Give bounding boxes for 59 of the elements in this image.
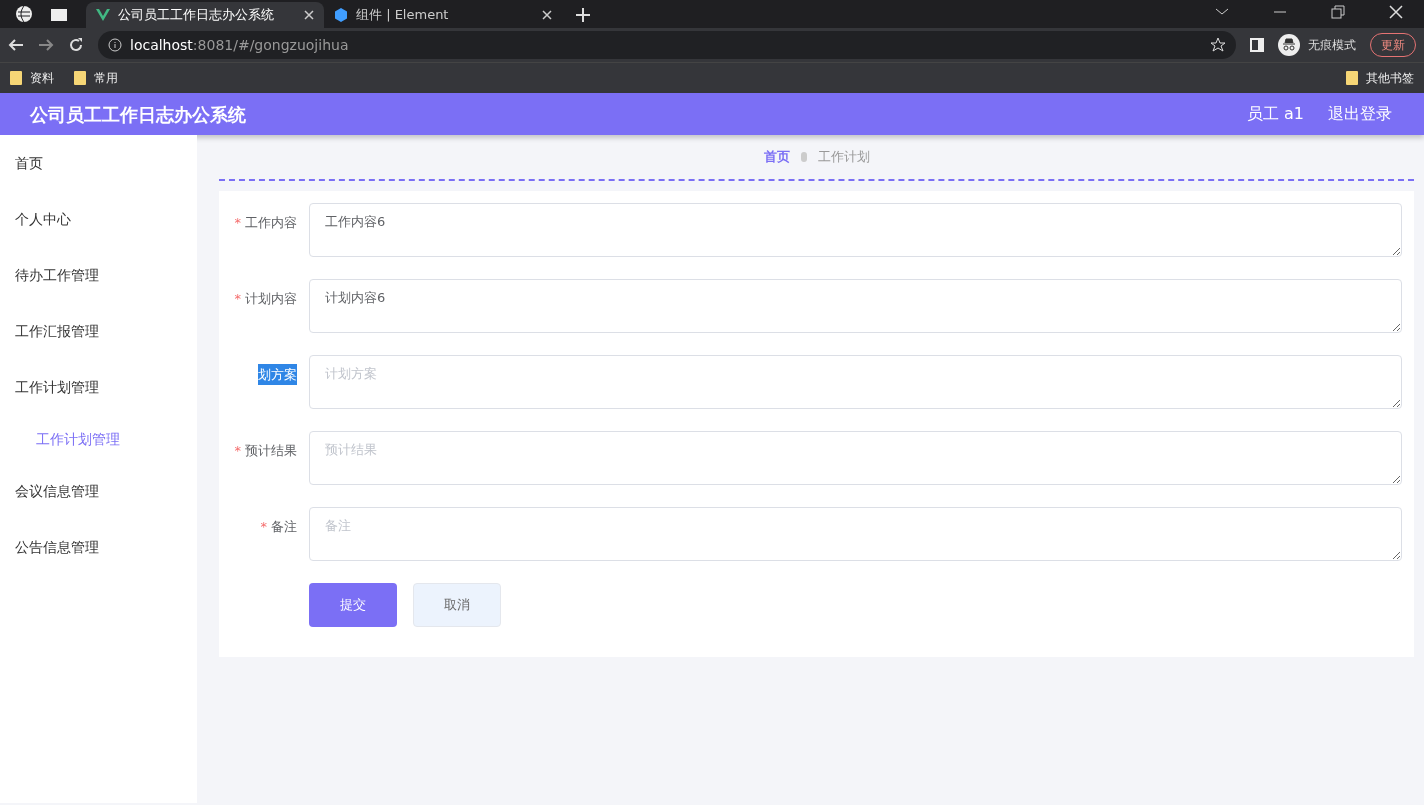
user-name: 员工 a1 [1246, 103, 1304, 125]
star-icon[interactable] [1210, 37, 1226, 53]
tab-title: 公司员工工作日志办公系统 [118, 6, 275, 25]
folder-icon [1346, 71, 1358, 85]
sidebar-item[interactable]: 首页 [0, 135, 197, 191]
breadcrumb-item: 工作计划 [817, 148, 870, 167]
sidebar-item[interactable]: 待办工作管理 [0, 247, 197, 303]
submit-button[interactable]: 提交 [309, 583, 397, 627]
separator-icon [799, 151, 808, 163]
text-area[interactable]: 备注 [309, 507, 1402, 561]
sidebar-item[interactable]: 工作计划管理 [0, 359, 197, 415]
window-icon[interactable] [50, 8, 68, 22]
bookmark[interactable]: 常用 [74, 69, 118, 87]
browser-tab[interactable]: 组件 | Element [324, 2, 562, 28]
close-icon[interactable] [1388, 4, 1404, 20]
field-label: 备注 [271, 519, 297, 534]
back-arrow-icon[interactable] [8, 37, 24, 53]
logout-link[interactable]: 退出登录 [1328, 102, 1392, 126]
folder-icon [10, 71, 22, 85]
address-field[interactable]: localhost:8081/#/gongzuojihua [98, 31, 1236, 59]
sidebar-subitem[interactable]: 工作计划管理 [0, 415, 197, 463]
text-area[interactable]: 预计结果 [309, 431, 1402, 485]
incognito-icon [1278, 34, 1300, 56]
breadcrumb-item[interactable]: 首页 [763, 147, 790, 167]
sidebar-item[interactable]: 会议信息管理 [0, 463, 197, 519]
bookmark[interactable]: 其他书签 [1346, 69, 1414, 87]
reload-icon[interactable] [68, 37, 84, 53]
field-label: 工作内容 [245, 215, 297, 230]
required-mark: * [234, 291, 241, 306]
incognito-label: 无痕模式 [1308, 37, 1356, 54]
tab-title: 组件 | Element [356, 6, 450, 25]
text-area[interactable]: 计划内容6 [309, 279, 1402, 333]
field-label: 预计结果 [245, 443, 297, 458]
text-area[interactable]: 计划方案 [309, 355, 1402, 409]
field-label: 计划内容 [245, 291, 297, 306]
side-panel-icon[interactable] [1250, 38, 1264, 52]
globe-icon[interactable] [14, 4, 34, 24]
browser-tab[interactable]: 公司员工工作日志办公系统 [86, 2, 324, 28]
forward-arrow-icon[interactable] [38, 37, 54, 53]
field-label: 划方案 [258, 364, 297, 385]
text-area[interactable]: 工作内容6 [309, 203, 1402, 257]
app-title: 公司员工工作日志办公系统 [30, 102, 247, 127]
hexagon-icon [334, 8, 348, 22]
restore-icon[interactable] [1330, 4, 1346, 20]
bookmark[interactable]: 资料 [10, 69, 54, 87]
required-mark: * [234, 215, 241, 230]
v-logo-icon [96, 9, 110, 21]
sidebar-item[interactable]: 公告信息管理 [0, 519, 197, 575]
close-icon[interactable] [542, 10, 552, 20]
folder-icon [74, 71, 86, 85]
required-mark: * [260, 519, 267, 534]
info-icon [108, 38, 122, 52]
close-icon[interactable] [304, 10, 314, 20]
cancel-button[interactable]: 取消 [413, 583, 501, 627]
plus-icon[interactable] [576, 8, 590, 22]
sidebar-item[interactable]: 工作汇报管理 [0, 303, 197, 359]
required-mark: * [234, 443, 241, 458]
sidebar-item[interactable]: 个人中心 [0, 191, 197, 247]
url-text: localhost:8081/#/gongzuojihua [130, 35, 350, 55]
